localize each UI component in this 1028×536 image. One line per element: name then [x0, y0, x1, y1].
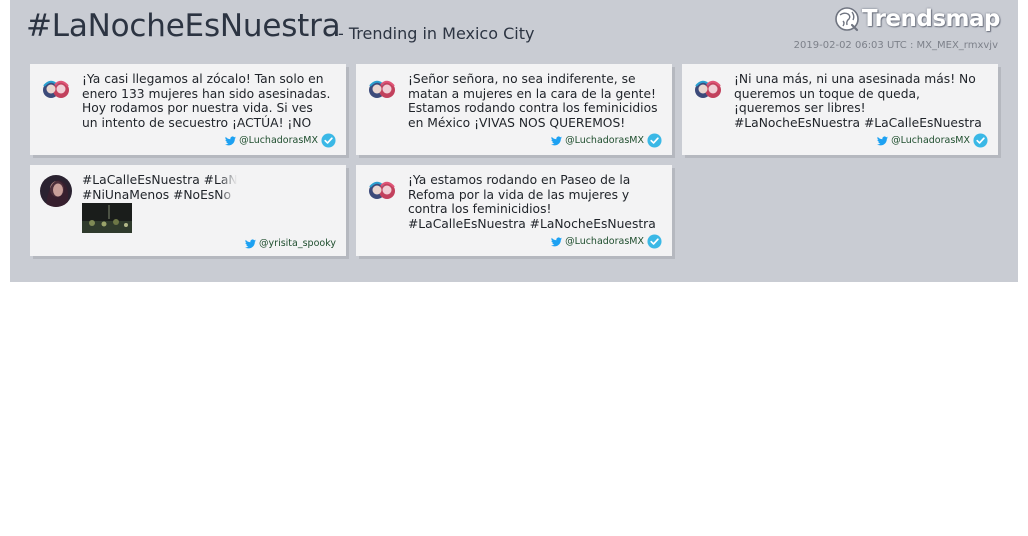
tweet-username[interactable]: @LuchadorasMX	[891, 135, 970, 146]
twitter-bird-icon	[877, 135, 889, 145]
tweet-card[interactable]: ¡Señor señora, no sea indiferente, se ma…	[356, 64, 672, 155]
tweet-username[interactable]: @LuchadorasMX	[565, 236, 644, 247]
trend-hashtag-title[interactable]: #LaNocheEsNuestra	[26, 8, 341, 44]
verified-badge-icon	[321, 133, 336, 148]
trend-timestamp: 2019-02-02 06:03 UTC : MX_MEX_rmxvjv	[793, 40, 998, 51]
tweet-username[interactable]: @LuchadorasMX	[239, 135, 318, 146]
tweet-author[interactable]: @LuchadorasMX	[877, 133, 988, 148]
tweet-text: ¡Ni una más, ni una asesinada más! No qu…	[734, 72, 982, 130]
tweet-username[interactable]: @LuchadorasMX	[565, 135, 644, 146]
trend-location-subtitle: - Trending in Mexico City	[338, 24, 535, 43]
tweet-author[interactable]: @LuchadorasMX	[551, 133, 662, 148]
tweet-text: #LaCalleEsNuestra #LaNocheEsNuestra #NiU…	[82, 173, 330, 202]
luchadoras-avatar[interactable]	[40, 74, 72, 106]
tweet-text: ¡Ya casi llegamos al zócalo! Tan solo en…	[82, 72, 331, 130]
luchadoras-avatar[interactable]	[692, 74, 724, 106]
tweet-author[interactable]: @LuchadorasMX	[551, 234, 662, 249]
luchadoras-avatar[interactable]	[366, 74, 398, 106]
twitter-bird-icon	[245, 238, 257, 248]
tweet-text: ¡Señor señora, no sea indiferente, se ma…	[408, 72, 658, 130]
tweet-username[interactable]: @yrisita_spooky	[259, 238, 336, 249]
verified-badge-icon	[973, 133, 988, 148]
tweet-author[interactable]: @yrisita_spooky	[245, 238, 336, 249]
tweet-card[interactable]: ¡Ya estamos rodando en Paseo de la Refom…	[356, 165, 672, 256]
user-photo-avatar[interactable]	[40, 175, 72, 207]
trend-panel: #LaNocheEsNuestra - Trending in Mexico C…	[10, 0, 1018, 282]
verified-badge-icon	[647, 133, 662, 148]
trendsmap-logo-text: Trendsmap	[861, 6, 1001, 32]
trendsmap-globe-icon	[835, 7, 859, 32]
tweet-author[interactable]: @LuchadorasMX	[225, 133, 336, 148]
tweet-card[interactable]: #LaCalleEsNuestra #LaNocheEsNuestra #NiU…	[30, 165, 346, 256]
verified-badge-icon	[647, 234, 662, 249]
twitter-bird-icon	[551, 236, 563, 246]
tweet-text: ¡Ya estamos rodando en Paseo de la Refom…	[408, 173, 656, 231]
tweet-card[interactable]: ¡Ni una más, ni una asesinada más! No qu…	[682, 64, 998, 155]
trendsmap-logo[interactable]: Trendsmap	[834, 6, 1001, 32]
twitter-bird-icon	[225, 135, 237, 145]
tweet-photo-thumbnail[interactable]	[82, 203, 132, 233]
twitter-bird-icon	[551, 135, 563, 145]
tweet-card[interactable]: ¡Ya casi llegamos al zócalo! Tan solo en…	[30, 64, 346, 155]
luchadoras-avatar[interactable]	[366, 175, 398, 207]
